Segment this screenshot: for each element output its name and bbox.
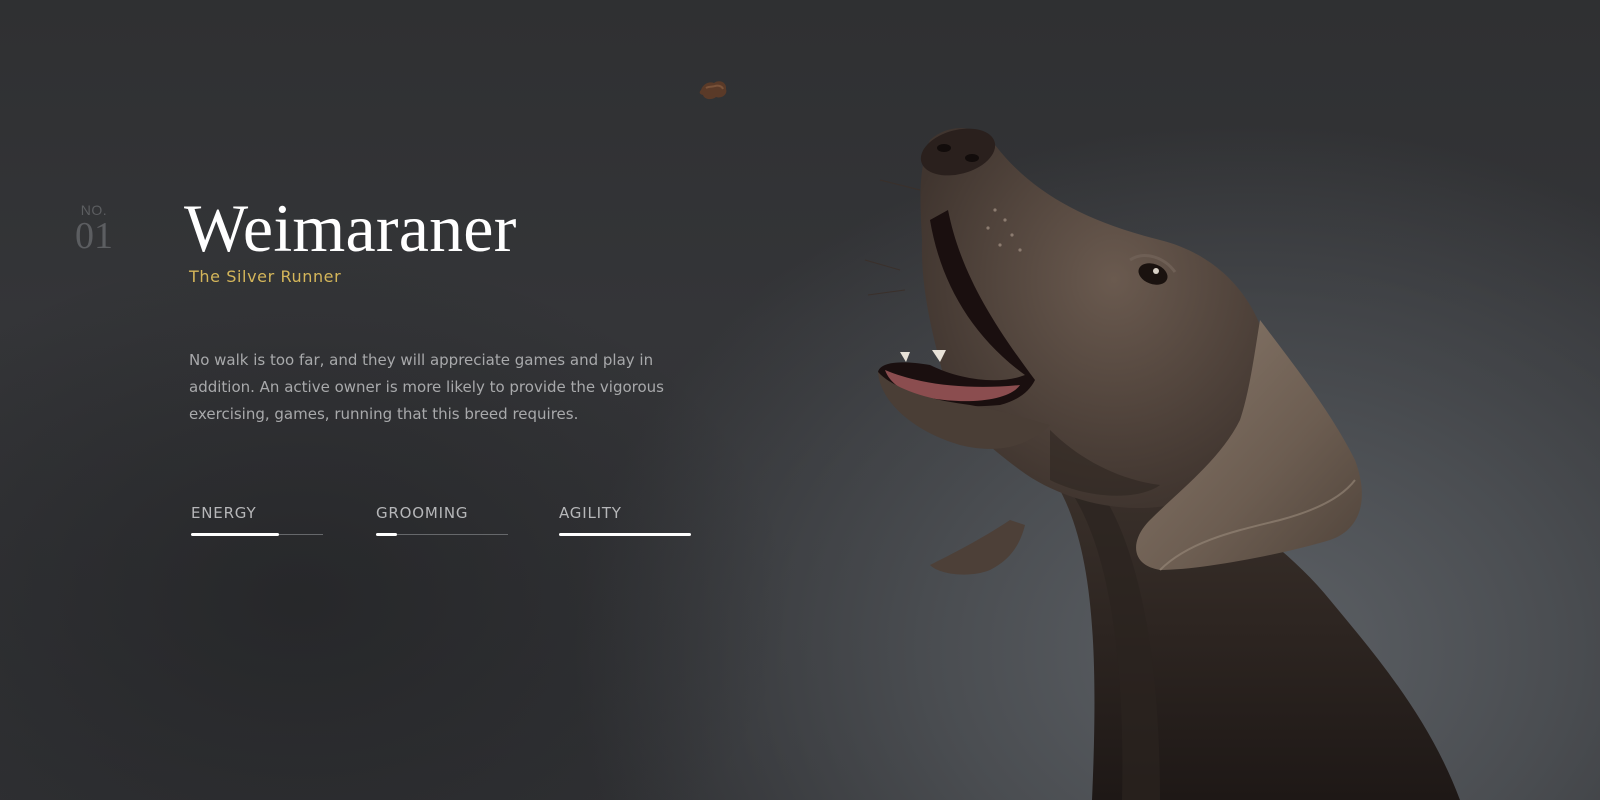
stat-fill-agility <box>559 533 691 536</box>
stat-label: ENERGY <box>191 504 257 522</box>
stat-energy: ENERGY <box>191 504 323 536</box>
breed-title: Weimaraner <box>184 190 517 266</box>
breed-description: No walk is too far, and they will apprec… <box>189 351 664 423</box>
stat-fill-grooming <box>376 533 398 536</box>
stat-grooming: GROOMING <box>376 504 508 536</box>
hero-stage: NO. 01 Weimaraner The Silver Runner No w… <box>0 0 1600 800</box>
number-value: 01 <box>75 215 113 257</box>
stat-label: GROOMING <box>376 504 469 522</box>
dog-photo <box>860 100 1600 800</box>
breed-number: NO. 01 <box>68 202 120 257</box>
stat-track <box>191 533 323 536</box>
stat-track <box>376 533 508 536</box>
breed-subtitle: The Silver Runner <box>189 267 342 286</box>
treat-image <box>698 78 730 104</box>
stat-agility: AGILITY <box>559 504 691 536</box>
stat-fill-energy <box>191 533 280 536</box>
stat-track <box>559 533 691 536</box>
stat-label: AGILITY <box>559 504 622 522</box>
